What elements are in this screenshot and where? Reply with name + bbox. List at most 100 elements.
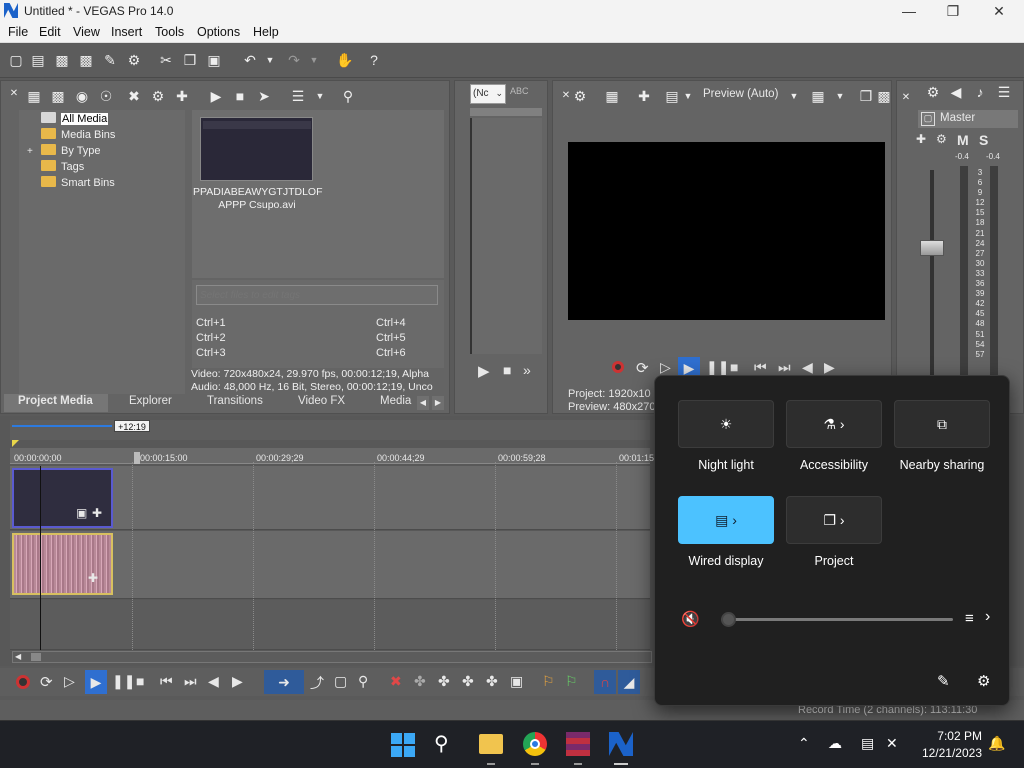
envelope-tool-icon[interactable]: ⤴ — [310, 673, 324, 693]
volume-slider[interactable] — [721, 612, 953, 627]
master-downmix-icon[interactable]: ◀ — [948, 84, 964, 100]
zoom-tool-icon[interactable]: ⚲ — [358, 673, 368, 690]
timeline-play-from-start-icon[interactable]: ▷ — [64, 673, 75, 690]
delete-icon[interactable]: ✖ — [390, 673, 402, 690]
close-button[interactable]: ✕ — [976, 1, 1022, 21]
timeline-loop-icon[interactable]: ⟳ — [40, 673, 53, 691]
trimmer-next-icon[interactable]: » — [523, 362, 531, 378]
render-icon[interactable]: ✎ — [102, 52, 118, 68]
minimize-button[interactable]: — — [886, 1, 932, 21]
copy-icon[interactable]: ❐ — [182, 52, 198, 68]
split-screen-icon[interactable]: ✚ — [636, 88, 652, 104]
redo-dropdown-icon[interactable]: ▼ — [306, 52, 322, 68]
lock-icon[interactable]: ▣ — [510, 673, 523, 690]
trimmer-play-icon[interactable]: ▶ — [478, 362, 490, 380]
video-preview-screen[interactable] — [568, 142, 885, 320]
playhead-marker-icon[interactable] — [134, 452, 140, 464]
overlays-grid-icon[interactable]: ▦ — [810, 88, 826, 104]
properties-gear-icon[interactable]: ⚙ — [126, 52, 142, 68]
media-fx-icon[interactable]: ⚙ — [150, 88, 166, 104]
menu-edit[interactable]: Edit — [39, 25, 61, 39]
clock-date[interactable]: 12/21/2023 — [912, 746, 982, 760]
import-media-icon[interactable]: ▦ — [26, 88, 42, 104]
master-fx-icon[interactable]: ✚ — [916, 132, 926, 146]
file-explorer-icon[interactable] — [479, 734, 503, 754]
audio-event-fx-icon[interactable]: ✚ — [88, 571, 98, 585]
preview-quality[interactable]: Preview (Auto) — [703, 88, 778, 100]
save-as-icon[interactable]: ▩ — [78, 52, 94, 68]
scroll-thumb[interactable] — [31, 653, 41, 661]
master-fader-handle[interactable] — [920, 240, 944, 256]
go-to-start-icon[interactable]: ⏮ — [160, 673, 173, 690]
web-icon[interactable]: ☉ — [98, 88, 114, 104]
scroll-left-icon[interactable]: ◀ — [15, 652, 21, 661]
master-close-icon[interactable]: ✕ — [898, 90, 914, 106]
panel-close-icon[interactable]: ✕ — [6, 86, 22, 102]
loop-region-bar[interactable] — [12, 425, 112, 427]
open-icon[interactable]: ▤ — [30, 52, 46, 68]
trimmer-stop-icon[interactable]: ■ — [503, 362, 511, 378]
media-generators-icon[interactable]: ✚ — [174, 88, 190, 104]
winrar-icon[interactable] — [566, 732, 590, 756]
region-icon[interactable]: ⚐ — [565, 673, 578, 690]
menu-help[interactable]: Help — [253, 25, 279, 39]
tab-video-fx[interactable]: Video FX — [298, 395, 345, 407]
menu-options[interactable]: Options — [197, 25, 240, 39]
network-icon[interactable]: ▤ — [861, 735, 874, 752]
tab-transitions[interactable]: Transitions — [207, 395, 263, 407]
audio-output-icon[interactable]: ≡ — [965, 610, 974, 627]
timeline-record-icon[interactable] — [16, 675, 30, 689]
master-fx-chain-icon[interactable]: ⚙ — [936, 132, 947, 146]
master-settings-icon[interactable]: ⚙ — [925, 84, 941, 100]
go-to-end-icon[interactable]: ⏭ — [184, 673, 197, 690]
media-thumbnail[interactable] — [200, 117, 313, 181]
snapping-magnet-icon[interactable]: ∩ — [594, 670, 616, 694]
tab-scroll-right-icon[interactable]: ▶ — [432, 396, 444, 410]
master-meter-icon[interactable]: ☰ — [996, 84, 1012, 100]
undo-dropdown-icon[interactable]: ▼ — [262, 52, 278, 68]
timeline-play-button[interactable]: ▶ — [85, 670, 107, 694]
expand-icon[interactable]: + — [27, 146, 33, 157]
settings-gear-icon[interactable]: ⚙ — [977, 672, 990, 690]
search-taskbar-icon[interactable]: ⚲ — [434, 731, 449, 756]
hand-icon[interactable]: ✋ — [336, 52, 353, 68]
onedrive-icon[interactable]: ☁ — [828, 735, 842, 752]
paste-icon[interactable]: ▣ — [206, 52, 222, 68]
volume-tray-icon[interactable]: ✕ — [886, 735, 898, 752]
overlays-dropdown-icon[interactable]: ▼ — [832, 88, 848, 104]
preview-start-icon[interactable]: ⏮ — [754, 359, 767, 376]
timeline-pause-icon[interactable]: ❚❚ — [112, 673, 135, 690]
master-solo-button[interactable]: S — [979, 132, 988, 148]
timeline-scrollbar[interactable]: ◀ — [12, 651, 652, 663]
tree-item-by-type[interactable]: By Type — [41, 144, 101, 157]
help-pointer-icon[interactable]: ? — [366, 52, 382, 68]
trim-end-icon[interactable]: ✤ — [462, 673, 474, 690]
start-windows-icon[interactable] — [391, 733, 415, 757]
next-frame-icon[interactable]: ▶ — [824, 359, 835, 376]
night-light-tile[interactable]: ☀ — [678, 400, 774, 448]
previous-frame-icon[interactable]: ◀ — [208, 673, 219, 690]
loop-icon[interactable]: ⟳ — [636, 359, 649, 377]
marker-icon[interactable]: ⚐ — [542, 673, 555, 690]
master-speaker-icon[interactable]: ♪ — [972, 84, 988, 100]
auto-crossfade-icon[interactable]: ◢ — [618, 670, 640, 694]
get-media-icon[interactable]: ◉ — [74, 88, 90, 104]
views-dropdown-icon[interactable]: ▼ — [312, 88, 328, 104]
split-icon[interactable]: ✤ — [486, 673, 498, 690]
volume-slider-thumb[interactable] — [721, 612, 736, 627]
menu-tools[interactable]: Tools — [155, 25, 184, 39]
event-pan-crop-icon[interactable]: ▣ — [76, 506, 87, 520]
audio-event[interactable]: ✚ — [12, 533, 113, 595]
accessibility-tile[interactable]: ⚗ › — [786, 400, 882, 448]
remove-icon[interactable]: ✖ — [126, 88, 142, 104]
volume-muted-icon[interactable]: 🔇 — [681, 610, 700, 628]
trimmer-dropdown[interactable]: (Nc ⌄ — [470, 84, 506, 104]
menu-view[interactable]: View — [73, 25, 100, 39]
tree-item-tags[interactable]: Tags — [41, 160, 84, 173]
tree-item-all-media[interactable]: All Media — [41, 112, 109, 125]
tab-scroll-left-icon[interactable]: ◀ — [417, 396, 429, 410]
capture-icon[interactable]: ▩ — [50, 88, 66, 104]
menu-insert[interactable]: Insert — [111, 25, 142, 39]
trim-start-icon[interactable]: ✤ — [438, 673, 450, 690]
notification-bell-icon[interactable]: 🔔 — [988, 735, 1005, 752]
